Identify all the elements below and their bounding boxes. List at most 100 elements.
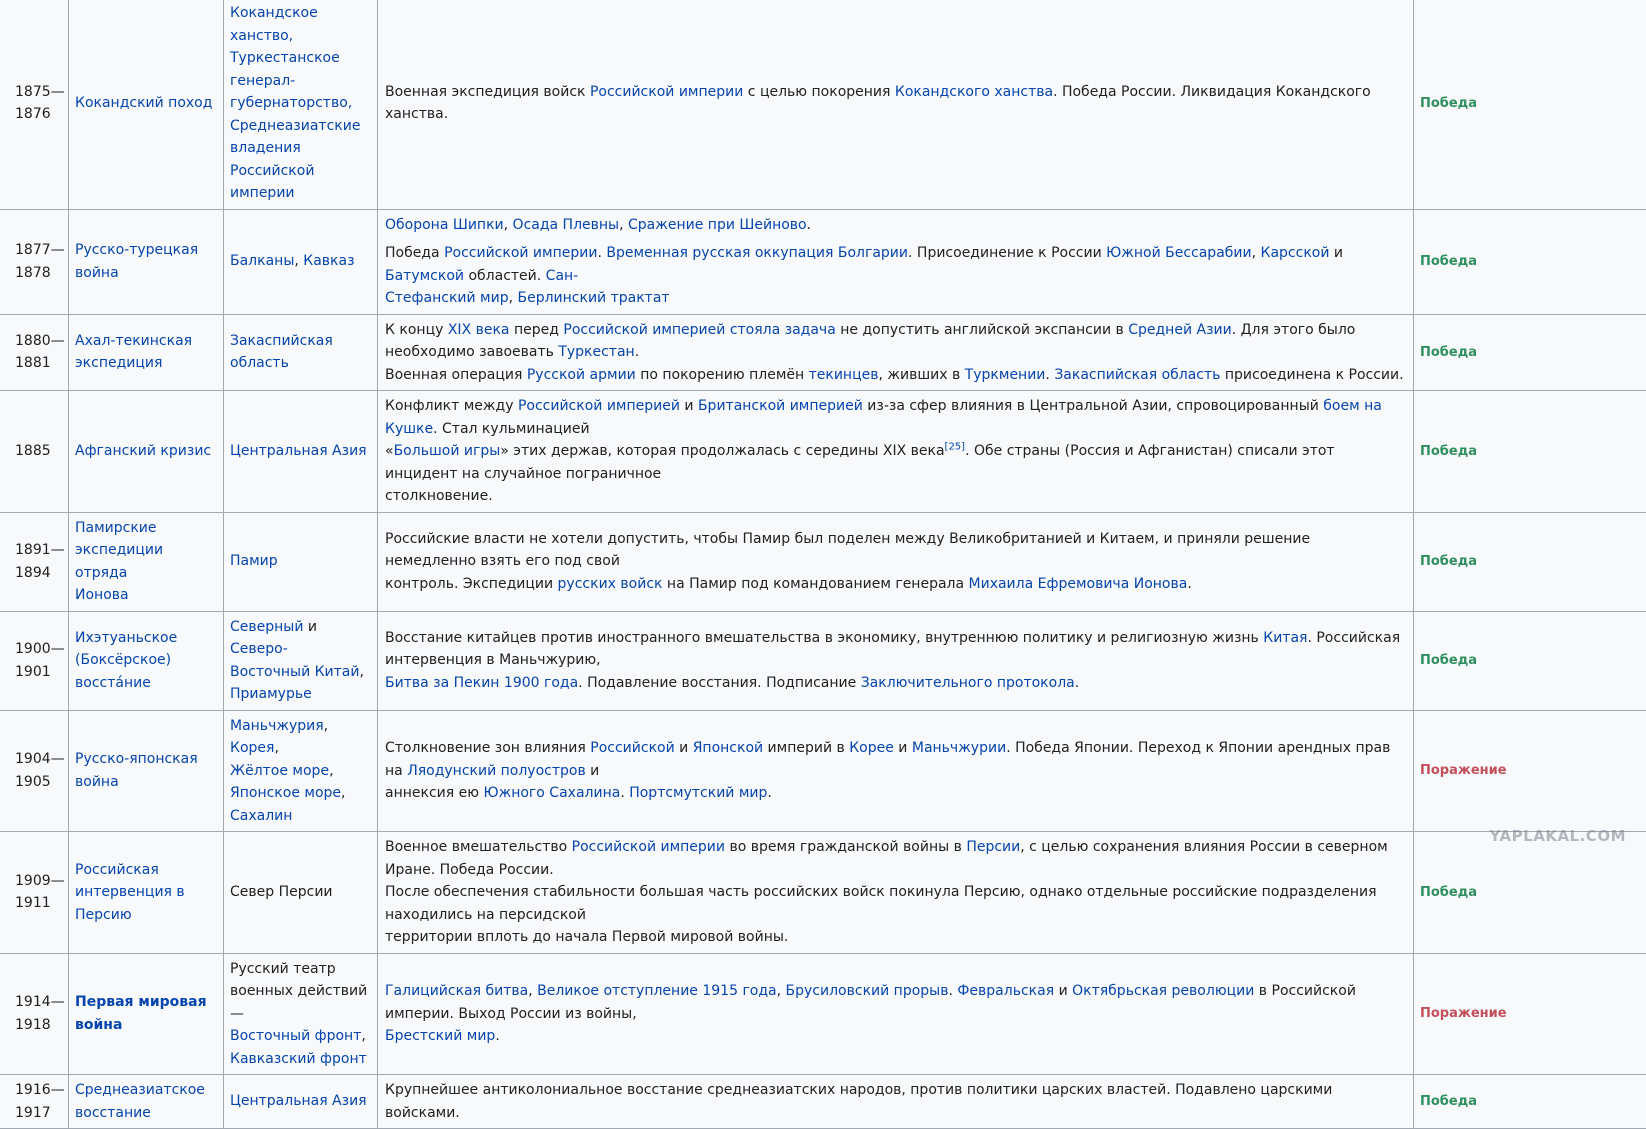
wiki-link[interactable]: Михаила Ефремовича Ионова	[969, 576, 1188, 592]
cell-place: Закаспийская область	[224, 314, 378, 391]
wiki-link[interactable]: война	[75, 774, 119, 790]
wiki-link[interactable]: Кавказ	[303, 253, 354, 269]
wiki-link[interactable]: Восточный Китай	[230, 664, 360, 680]
wiki-link[interactable]: Брусиловский прорыв	[786, 983, 949, 999]
wiki-link[interactable]: Южной Бессарабии	[1106, 245, 1251, 261]
line: Военная операция Русской армии по покоре…	[385, 364, 1405, 387]
wiki-link[interactable]: экспедиция	[75, 355, 162, 371]
wiki-link[interactable]: экспедиции отряда	[75, 542, 163, 581]
wiki-link[interactable]: Сан-	[546, 268, 579, 284]
wiki-link[interactable]: Галицийская битва	[385, 983, 528, 999]
wiki-link[interactable]: Сахалин	[230, 808, 292, 824]
wiki-link[interactable]: Центральная Азия	[230, 1093, 367, 1109]
line: Памир	[230, 550, 371, 573]
wiki-link[interactable]: Ахал-текинская	[75, 333, 192, 349]
wiki-link[interactable]: Японское море	[230, 785, 341, 801]
wiki-link[interactable]: Кокандский поход	[75, 95, 212, 111]
wiki-link[interactable]: Ионова	[75, 587, 129, 603]
text: и	[675, 740, 693, 756]
wiki-link[interactable]: Российской империей	[518, 398, 680, 414]
wiki-link[interactable]: Центральная Азия	[230, 443, 367, 459]
wiki-link[interactable]: Российской империи	[572, 839, 725, 855]
wiki-link[interactable]: Портсмутский мир	[629, 785, 767, 801]
wiki-link[interactable]: Стефанский мир	[385, 290, 509, 306]
wiki-link[interactable]: Британской империей	[698, 398, 863, 414]
wiki-link[interactable]: Российской	[230, 163, 314, 179]
wiki-link[interactable]: (Боксёрское)	[75, 652, 171, 668]
wiki-link[interactable]: Среднеазиатское	[75, 1082, 205, 1098]
wiki-link[interactable]: стояла задача	[730, 322, 836, 338]
wiki-link[interactable]: восстание	[75, 1105, 151, 1121]
line: Ионова	[75, 584, 217, 607]
wiki-link[interactable]: Битва за Пекин 1900 года	[385, 675, 578, 691]
wiki-link[interactable]: Карсской	[1261, 245, 1330, 261]
wiki-link[interactable]: Среднеазиатские	[230, 118, 360, 134]
cell-conflict-name: Русско-турецкая война	[69, 209, 224, 314]
wiki-link[interactable]: Русско-турецкая война	[75, 242, 198, 281]
wiki-link[interactable]: Российской империи	[444, 245, 597, 261]
text: Столкновение зон влияния	[385, 740, 590, 756]
wiki-link[interactable]: Закаспийская область	[230, 333, 333, 372]
wiki-link[interactable]: Китая	[1263, 630, 1307, 646]
wiki-link[interactable]: Сражение при Шейново	[628, 217, 807, 233]
wiki-link[interactable]: Российской империей	[563, 322, 725, 338]
wiki-link[interactable]: Батумской	[385, 268, 464, 284]
wiki-link[interactable]: Северо-	[230, 641, 288, 657]
wiki-link[interactable]: Туркестанское	[230, 50, 340, 66]
wiki-link[interactable]: Ляодунский полуостров	[407, 763, 586, 779]
wiki-link[interactable]: Кавказский фронт	[230, 1051, 367, 1067]
wiki-link[interactable]: Приамурье	[230, 686, 312, 702]
wiki-link[interactable]: Кокандского ханства	[895, 84, 1053, 100]
line: столкновение.	[385, 485, 1405, 508]
wiki-link[interactable]: Осада Плевны	[513, 217, 620, 233]
wiki-link[interactable]: Закаспийская область	[1054, 367, 1220, 383]
wiki-link[interactable]: Памирские	[75, 520, 157, 536]
wiki-link[interactable]: Средней Азии	[1128, 322, 1232, 338]
wiki-link[interactable]: восста́ние	[75, 675, 151, 691]
wiki-link[interactable]: Февральская	[957, 983, 1054, 999]
wiki-link[interactable]: Великое отступление 1915 года	[537, 983, 777, 999]
wiki-link[interactable]: Маньчжурия	[230, 718, 324, 734]
wiki-link[interactable]: генерал-	[230, 73, 295, 89]
wiki-link[interactable]: Оборона Шипки	[385, 217, 504, 233]
wiki-link[interactable]: Корея	[230, 740, 274, 756]
wiki-link[interactable]: Японской	[693, 740, 763, 756]
wiki-link[interactable]: Балканы	[230, 253, 294, 269]
wiki-link[interactable]: Большой игры	[394, 443, 501, 459]
wiki-link[interactable]: Октябрьская революции	[1072, 983, 1254, 999]
wiki-link[interactable]: Жёлтое море	[230, 763, 329, 779]
wiki-link[interactable]: Российская	[75, 862, 159, 878]
wiki-link[interactable]: Заключительного протокола	[861, 675, 1075, 691]
wiki-link[interactable]: империи	[230, 185, 295, 201]
wiki-link[interactable]: Ихэтуаньское	[75, 630, 177, 646]
wiki-link[interactable]: текинцев	[809, 367, 879, 383]
wiki-link[interactable]: Маньчжурии	[912, 740, 1006, 756]
wiki-link[interactable]: Персии	[966, 839, 1020, 855]
wiki-link[interactable]: война	[75, 1017, 122, 1033]
cell-years: 1914—1918	[0, 953, 69, 1075]
wiki-link[interactable]: Кокандское ханство,	[230, 5, 318, 44]
wiki-link[interactable]: Северный	[230, 619, 303, 635]
wiki-link[interactable]: Памир	[230, 553, 278, 569]
wiki-link[interactable]: Русско-японская	[75, 751, 198, 767]
wiki-link[interactable]: Восточный фронт	[230, 1028, 361, 1044]
cell-description: Крупнейшее антиколониальное восстание ср…	[378, 1075, 1414, 1129]
wiki-link[interactable]: интервенция в Персию	[75, 884, 185, 923]
wiki-link[interactable]: Южного Сахалина	[483, 785, 620, 801]
wiki-link[interactable]: губернаторство,	[230, 95, 352, 111]
wiki-link[interactable]: Брестский мир	[385, 1028, 495, 1044]
reference-link[interactable]: [25]	[945, 441, 966, 452]
wiki-link[interactable]: Русской армии	[527, 367, 636, 383]
wiki-link[interactable]: владения	[230, 140, 301, 156]
wiki-link[interactable]: Берлинский трактат	[518, 290, 670, 306]
wiki-link[interactable]: Туркмении	[965, 367, 1046, 383]
wiki-link[interactable]: Корее	[849, 740, 894, 756]
wiki-link[interactable]: Временная русская оккупация Болгарии	[606, 245, 908, 261]
wiki-link[interactable]: Первая мировая	[75, 994, 207, 1010]
wiki-link[interactable]: Российской империи	[590, 84, 743, 100]
wiki-link[interactable]: Туркестан	[558, 344, 634, 360]
wiki-link[interactable]: Российской	[590, 740, 674, 756]
wiki-link[interactable]: XIX века	[448, 322, 510, 338]
wiki-link[interactable]: Афганский кризис	[75, 443, 211, 459]
wiki-link[interactable]: русских войск	[558, 576, 663, 592]
